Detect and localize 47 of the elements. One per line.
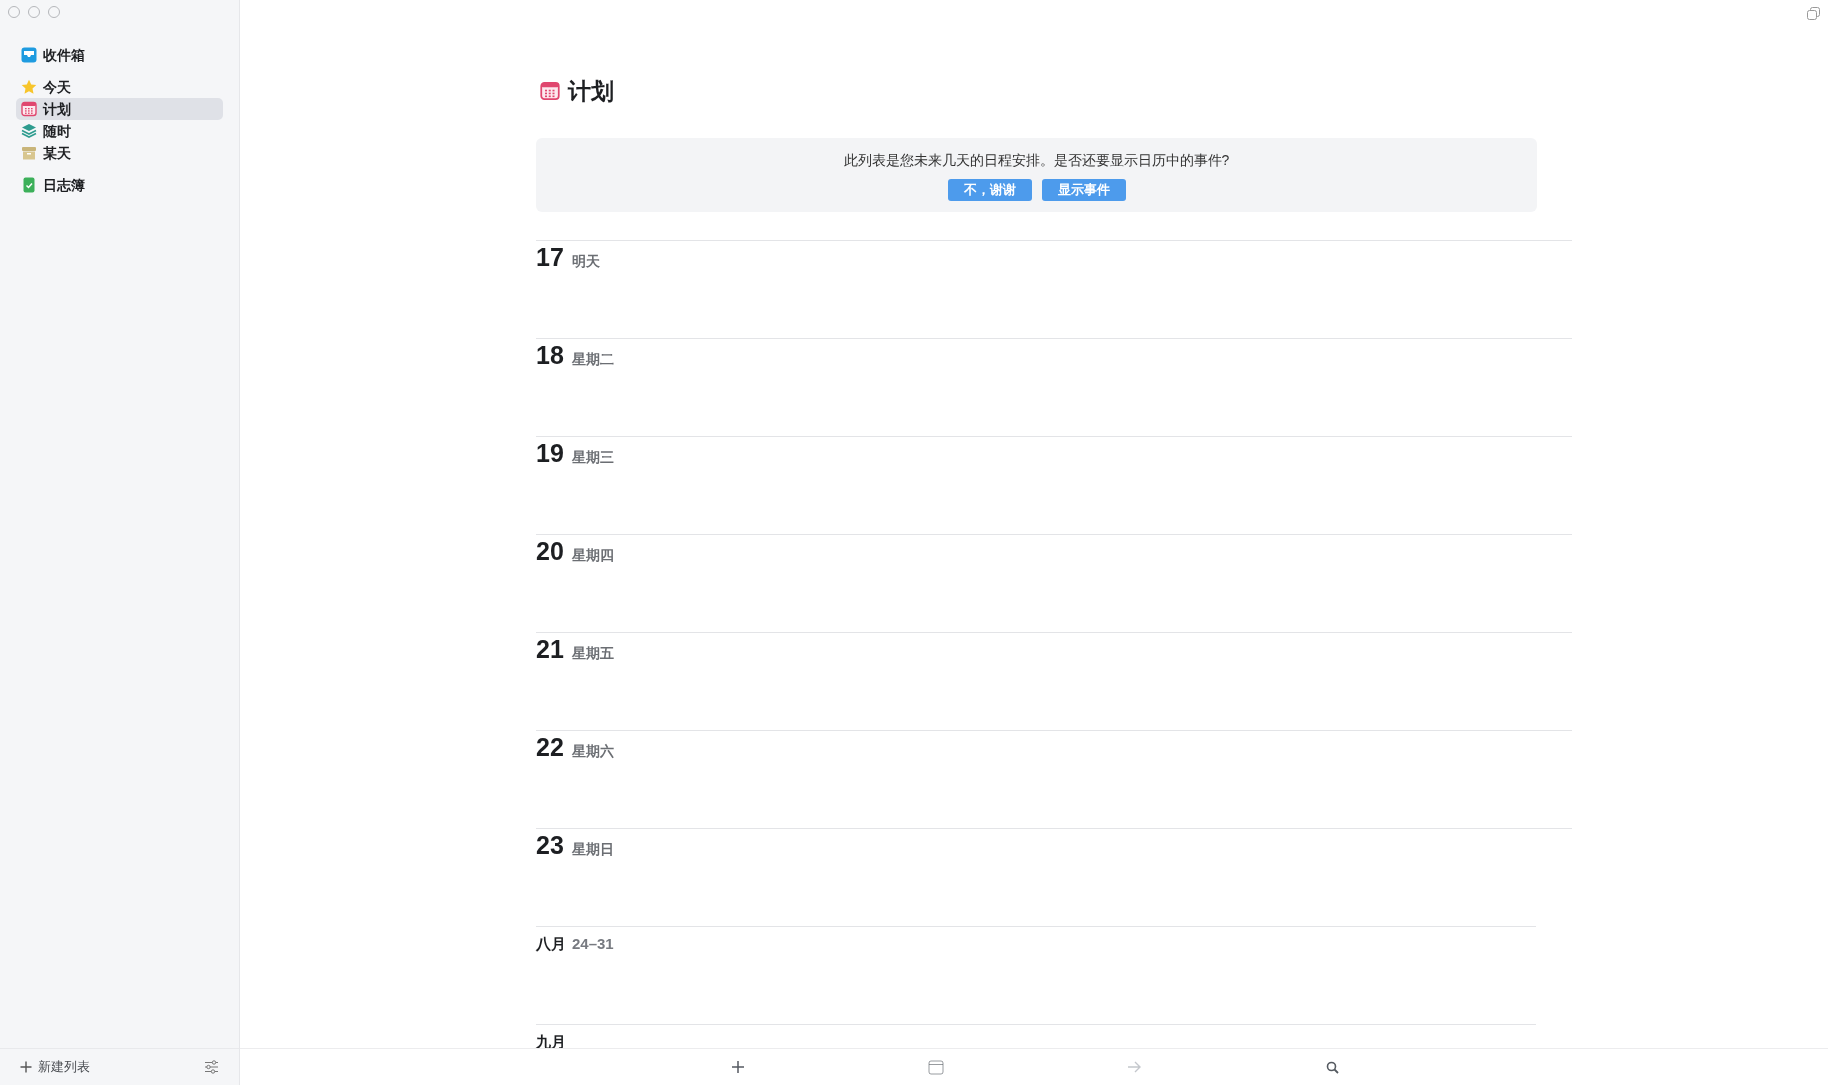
- calendar-icon: [540, 81, 560, 101]
- sidebar-item[interactable]: 某天: [16, 142, 223, 164]
- sidebar-label: 随时: [43, 121, 71, 141]
- sidebar-label: 收件箱: [43, 45, 85, 65]
- search-icon: [1325, 1060, 1339, 1074]
- sidebar-label: 某天: [43, 143, 71, 163]
- day-number: 18: [536, 340, 564, 370]
- sidebar-item[interactable]: 收件箱: [16, 44, 223, 66]
- checked-book-icon: [21, 177, 37, 193]
- day-number: 20: [536, 536, 564, 566]
- sliders-icon: [203, 1060, 219, 1074]
- calendar-icon: [928, 1059, 944, 1075]
- day-number: 19: [536, 438, 564, 468]
- calendar-icon: [21, 101, 37, 117]
- day-label: 星期日: [571, 840, 614, 859]
- settings-button[interactable]: [203, 1059, 219, 1075]
- archive-box-icon: [21, 145, 37, 161]
- page-title: 计划: [568, 76, 614, 106]
- windows-icon[interactable]: [1807, 7, 1820, 20]
- tray-icon: [21, 47, 37, 63]
- sidebar-label: 日志簿: [43, 175, 85, 195]
- banner-message: 此列表是您未来几天的日程安排。是否还要显示日历中的事件?: [843, 151, 1230, 170]
- day-label: 星期三: [571, 448, 614, 467]
- sidebar-label: 计划: [43, 99, 71, 119]
- sidebar-label: 今天: [43, 77, 71, 97]
- star-icon: [21, 79, 37, 95]
- plus-icon: [20, 1061, 32, 1073]
- day-number: 23: [536, 830, 564, 860]
- day-label: 星期四: [571, 546, 614, 565]
- arrow-right-icon: [1127, 1061, 1141, 1073]
- sidebar-item[interactable]: 日志簿: [16, 174, 223, 196]
- toolbar-button[interactable]: [729, 1058, 747, 1076]
- sidebar-item[interactable]: 计划: [16, 98, 223, 120]
- sidebar-item[interactable]: 随时: [16, 120, 223, 142]
- day-label: 星期六: [571, 742, 614, 761]
- layers-icon: [21, 123, 37, 139]
- day-label: 明天: [571, 252, 600, 271]
- day-number: 22: [536, 732, 564, 762]
- new-list-button[interactable]: 新建列表: [20, 1057, 90, 1077]
- month-label: 八月: [536, 934, 566, 954]
- date-range: 24–31: [572, 934, 614, 954]
- day-label: 星期二: [571, 350, 614, 369]
- day-label: 星期五: [571, 644, 614, 663]
- plus-icon: [731, 1060, 745, 1074]
- day-number: 17: [536, 242, 564, 272]
- sidebar-item[interactable]: 今天: [16, 76, 223, 98]
- day-number: 21: [536, 634, 564, 664]
